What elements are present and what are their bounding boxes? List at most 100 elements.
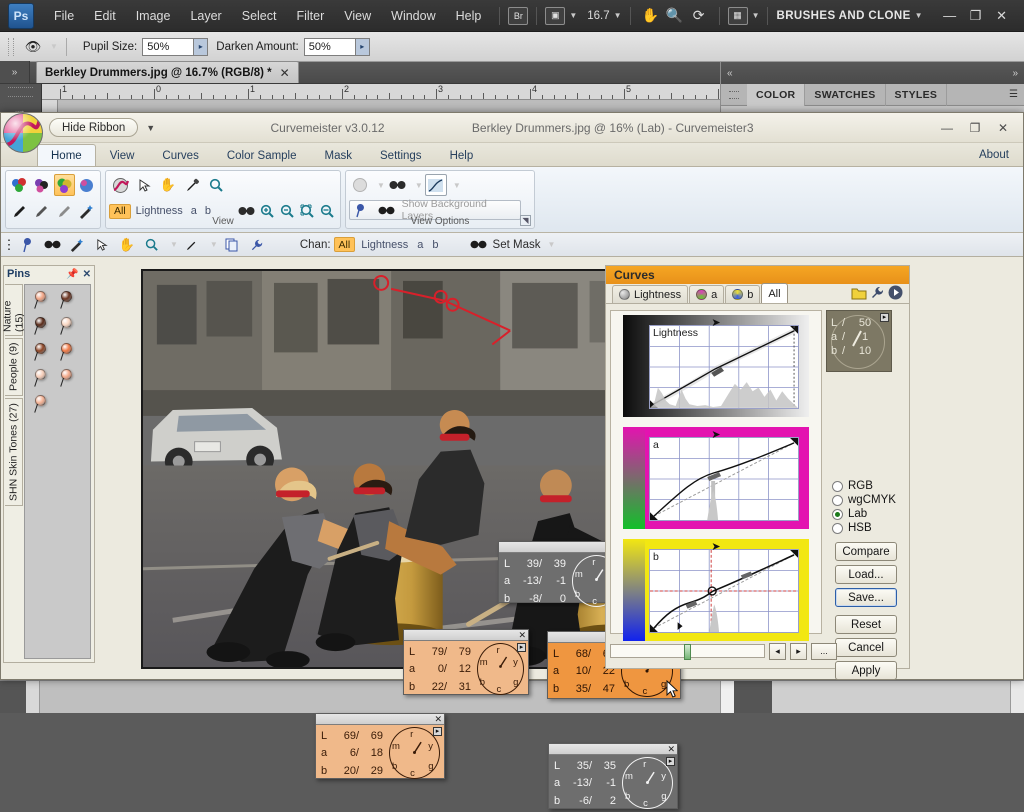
readout-titlebar[interactable]: ✕ (549, 744, 677, 755)
pupil-size-input[interactable]: 50% (142, 37, 195, 56)
pins-tab-skin-tones[interactable]: SHN Skin Tones (27) (5, 398, 23, 506)
lightness-curve[interactable]: ➤ Lightness (623, 315, 809, 417)
a-plot[interactable]: a (649, 437, 799, 521)
screen-mode-icon[interactable]: ▣ (545, 6, 566, 25)
curves-tab-all[interactable]: All (761, 283, 788, 303)
sample-readout-4[interactable]: ✕ L 69/69 a 6/18 b 20/29 r y g c b m ▸ (315, 713, 445, 779)
pin-drop-icon[interactable] (16, 234, 38, 256)
reset-button[interactable]: Reset (835, 615, 897, 634)
chevron-down-icon[interactable]: ▼ (210, 240, 218, 249)
wrench-icon[interactable] (246, 234, 268, 256)
close-icon[interactable]: ✕ (434, 714, 442, 724)
glasses-icon[interactable] (41, 234, 63, 256)
lightness-gradient-arrow-icon[interactable]: ➤ (711, 316, 720, 329)
minimize-button[interactable]: — (937, 4, 963, 28)
quick-access-chevron-icon[interactable]: ▼ (146, 123, 155, 133)
menu-image[interactable]: Image (126, 0, 181, 32)
collapse-left-icon[interactable]: « (727, 68, 733, 79)
dock-scrollbar[interactable] (720, 681, 734, 713)
restore-button[interactable]: ❐ (961, 117, 989, 139)
pen-icon[interactable] (9, 200, 30, 222)
toolbar-grip[interactable]: ⋮ (3, 234, 16, 256)
close-button[interactable]: ✕ (989, 4, 1015, 28)
restore-button[interactable]: ❐ (963, 4, 989, 28)
color-sphere-icon[interactable] (77, 174, 98, 196)
tab-color-sample[interactable]: Color Sample (213, 144, 311, 166)
hand-icon[interactable]: ✋ (116, 234, 138, 256)
sample-readout-2[interactable]: ✕ L 79/79 a 0/12 b 22/31 r y g c b m ▸ (403, 629, 529, 695)
close-icon[interactable]: ✕ (518, 630, 526, 640)
b-plot[interactable]: b (649, 549, 799, 633)
b-curve[interactable]: ➤ b (623, 539, 809, 641)
mask-glasses-icon[interactable] (468, 234, 490, 256)
pen-gray-icon[interactable] (54, 200, 75, 222)
curvemeister-titlebar[interactable]: Hide Ribbon ▼ Curvemeister v3.0.12 Berkl… (1, 113, 1023, 153)
save-button[interactable]: Save... (835, 588, 897, 607)
next-button[interactable]: ▸ (790, 642, 807, 660)
darken-amount-stepper[interactable]: ▸ (355, 37, 370, 56)
magnifier-icon[interactable] (205, 174, 227, 196)
pin-swatch[interactable] (60, 291, 74, 309)
tab-settings[interactable]: Settings (366, 144, 436, 166)
tab-styles[interactable]: STYLES (886, 84, 948, 106)
pins-tab-people[interactable]: People (9) (5, 338, 23, 396)
curves-tab-lightness[interactable]: Lightness (612, 285, 689, 303)
menu-layer[interactable]: Layer (180, 0, 231, 32)
menu-help[interactable]: Help (446, 0, 492, 32)
menu-edit[interactable]: Edit (84, 0, 126, 32)
hide-ribbon-button[interactable]: Hide Ribbon (49, 118, 139, 137)
menu-file[interactable]: File (44, 0, 84, 32)
a-gradient-arrow-icon[interactable]: ➤ (711, 428, 720, 441)
curve-orb-icon[interactable] (109, 174, 131, 196)
tab-color[interactable]: COLOR (747, 84, 806, 106)
menu-window[interactable]: Window (381, 0, 445, 32)
play-icon[interactable] (888, 285, 903, 303)
chevron-down-icon[interactable]: ▼ (50, 42, 58, 51)
pin-swatch[interactable] (34, 343, 48, 361)
chan-a-label[interactable]: a (414, 239, 426, 251)
mode-wgcmyk-row[interactable]: wgCMYK (832, 494, 906, 506)
darken-amount-input[interactable]: 50% (303, 37, 356, 56)
tab-curves[interactable]: Curves (148, 144, 212, 166)
mode-hsb-row[interactable]: HSB (832, 522, 906, 534)
tab-swatches[interactable]: SWATCHES (805, 84, 886, 106)
mode-rgb-row[interactable]: RGB (832, 480, 906, 492)
color-blob-icon[interactable] (32, 174, 53, 196)
curve-thumb-icon[interactable] (424, 174, 447, 196)
pins-tab-nature[interactable]: Nature (15) (2, 284, 26, 336)
panel-grip[interactable] (721, 84, 747, 106)
readout-expand-icon[interactable]: ▸ (517, 643, 526, 652)
lightness-plot[interactable]: Lightness (649, 325, 799, 409)
options-bar-grip[interactable] (8, 37, 14, 56)
wand-sparkle-icon[interactable] (66, 234, 88, 256)
expand-panel-icon[interactable]: » (0, 61, 30, 83)
pin-swatch[interactable] (34, 369, 48, 387)
chan-all-button[interactable]: All (333, 237, 356, 252)
dialog-launcher-icon[interactable]: ◥ (520, 215, 531, 226)
toolbox-grip[interactable] (8, 87, 33, 97)
pen-light-icon[interactable] (32, 200, 53, 222)
pin-swatch[interactable] (60, 369, 74, 387)
lab-meter-expand-icon[interactable]: ▸ (880, 313, 889, 322)
bridge-icon[interactable]: Br (508, 6, 529, 25)
a-curve[interactable]: ➤ a (623, 427, 809, 529)
collapse-right-icon[interactable]: » (1012, 68, 1018, 79)
chevron-down-icon[interactable]: ▼ (614, 11, 622, 20)
compare-button[interactable]: Compare (835, 542, 897, 561)
readout-titlebar[interactable]: ✕ (404, 630, 528, 641)
tab-view[interactable]: View (96, 144, 149, 166)
pin-swatch[interactable] (60, 343, 74, 361)
pin-swatch[interactable] (34, 317, 48, 335)
rotate-view-icon[interactable]: ⟳ (687, 4, 711, 28)
radio-lab[interactable] (832, 508, 843, 520)
prev-button[interactable]: ◂ (769, 642, 786, 660)
curves-tab-a[interactable]: a (689, 285, 725, 303)
color-swirl-active-icon[interactable] (54, 174, 75, 196)
workspace-selector[interactable]: BRUSHES AND CLONE (776, 10, 910, 22)
wand-sparkle-icon[interactable] (77, 200, 98, 222)
chevron-down-icon[interactable]: ▼ (415, 181, 423, 190)
close-icon[interactable]: ✕ (280, 66, 290, 80)
slider-knob[interactable] (684, 644, 692, 660)
chevron-down-icon[interactable]: ▼ (453, 181, 461, 190)
hand-icon[interactable]: ✋ (157, 174, 179, 196)
